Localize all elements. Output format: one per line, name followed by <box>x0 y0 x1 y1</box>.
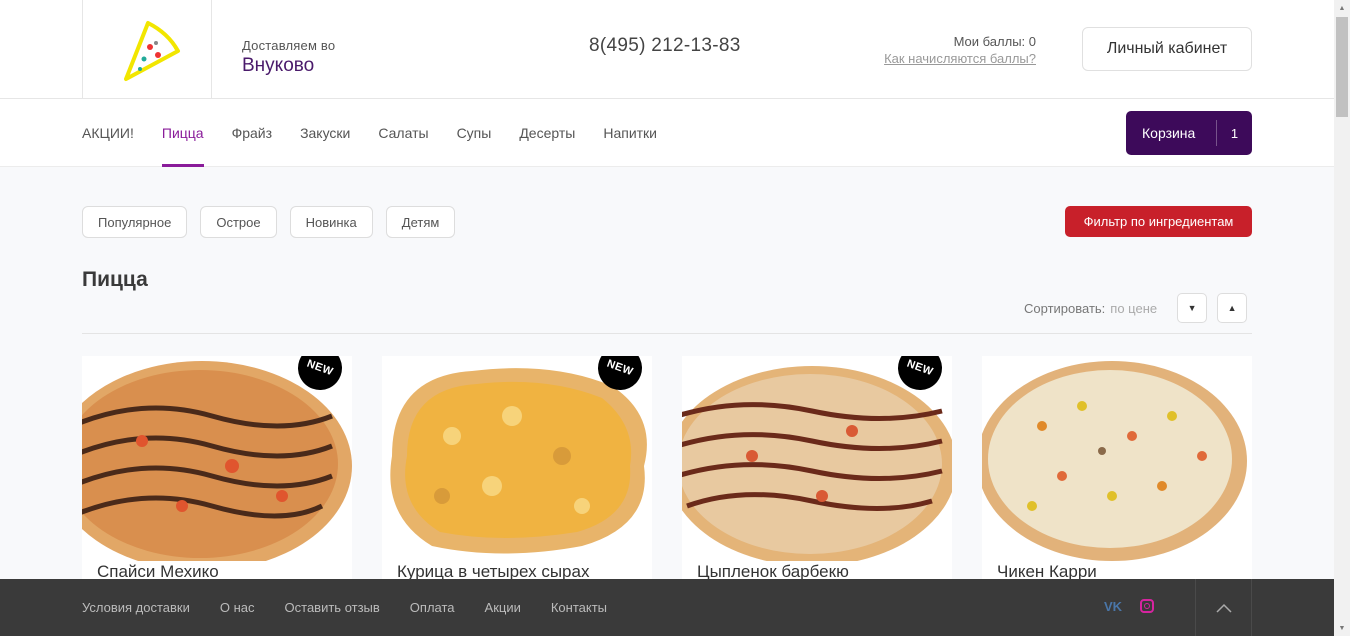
social-links: VK <box>1104 599 1155 614</box>
cart-count: 1 <box>1230 125 1239 141</box>
cart-button[interactable]: Корзина 1 <box>1126 111 1252 155</box>
site-header: Доставляем во Внуково 8(495) 212-13-83 М… <box>0 0 1334 99</box>
caret-down-icon: ▼ <box>1187 303 1197 313</box>
product-card[interactable]: Чикен Карри <box>982 356 1252 596</box>
sort-asc-button[interactable]: ▲ <box>1217 293 1248 323</box>
delivery-label: Доставляем во <box>242 38 336 53</box>
footer-link-contacts[interactable]: Контакты <box>551 600 607 615</box>
tag-kids[interactable]: Детям <box>385 206 456 238</box>
points-block: Мои баллы: 0 Как начисляются баллы? <box>884 34 1036 66</box>
cart-label: Корзина <box>1142 125 1196 141</box>
sort-value[interactable]: по цене <box>1110 301 1157 316</box>
vk-icon[interactable]: VK <box>1104 599 1122 614</box>
phone-number[interactable]: 8(495) 212-13-83 <box>589 35 741 57</box>
logo[interactable] <box>82 0 212 99</box>
instagram-icon[interactable] <box>1140 599 1155 613</box>
category-nav: АКЦИИ! Пицца Фрайз Закуски Салаты Супы Д… <box>0 99 1334 167</box>
tag-spicy[interactable]: Острое <box>200 206 277 238</box>
nav-item-salads[interactable]: Салаты <box>378 99 428 167</box>
nav-item-pizza[interactable]: Пицца <box>161 99 204 167</box>
tag-new[interactable]: Новинка <box>289 206 373 238</box>
tag-filters: Популярное Острое Новинка Детям <box>82 206 468 238</box>
footer-link-payment[interactable]: Оплата <box>410 600 455 615</box>
scroll-to-top-button[interactable] <box>1195 579 1252 636</box>
site-footer: Условия доставки О нас Оставить отзыв Оп… <box>0 579 1334 636</box>
nav-item-promo[interactable]: АКЦИИ! <box>82 99 134 167</box>
section-divider <box>82 333 1252 334</box>
scroll-thumb[interactable] <box>1336 17 1348 117</box>
scroll-up-arrow-icon[interactable]: ▲ <box>1334 0 1350 16</box>
tag-popular[interactable]: Популярное <box>82 206 188 238</box>
caret-up-icon: ▲ <box>1227 303 1237 313</box>
chevron-up-icon <box>1215 603 1232 613</box>
delivery-city[interactable]: Внуково <box>242 55 335 77</box>
footer-link-delivery[interactable]: Условия доставки <box>82 600 190 615</box>
product-image[interactable] <box>982 356 1252 561</box>
product-card[interactable]: NEW Курица в четырех сырах <box>382 356 652 596</box>
footer-link-promo[interactable]: Акции <box>485 600 521 615</box>
points-balance: Мои баллы: 0 <box>953 34 1036 49</box>
sort-control: Сортировать: по цене ▼ ▲ <box>1024 293 1248 323</box>
nav-item-drinks[interactable]: Напитки <box>603 99 657 167</box>
page-scrollbar[interactable]: ▲ ▼ <box>1334 0 1350 636</box>
sort-desc-button[interactable]: ▼ <box>1177 293 1208 323</box>
nav-item-snacks[interactable]: Закуски <box>300 99 350 167</box>
footer-link-about[interactable]: О нас <box>220 600 255 615</box>
account-button[interactable]: Личный кабинет <box>1082 27 1252 71</box>
delivery-location: Доставляем во Внуково <box>242 38 335 77</box>
scroll-down-arrow-icon[interactable]: ▼ <box>1334 620 1350 636</box>
nav-item-desserts[interactable]: Десерты <box>519 99 575 167</box>
sort-label: Сортировать: <box>1024 300 1106 316</box>
product-grid: NEW Спайси Мехико NEW Курица в четырех с… <box>82 356 1252 596</box>
product-card[interactable]: NEW Спайси Мехико <box>82 356 352 596</box>
nav-item-fries[interactable]: Фрайз <box>232 99 272 167</box>
nav-item-soups[interactable]: Супы <box>457 99 492 167</box>
points-info-link[interactable]: Как начисляются баллы? <box>884 51 1036 66</box>
product-card[interactable]: NEW Цыпленок барбекю <box>682 356 952 596</box>
pizza-slice-logo-icon <box>124 20 180 81</box>
footer-link-review[interactable]: Оставить отзыв <box>285 600 380 615</box>
ingredient-filter-button[interactable]: Фильтр по ингредиентам <box>1065 206 1252 237</box>
section-title: Пицца <box>82 268 148 291</box>
